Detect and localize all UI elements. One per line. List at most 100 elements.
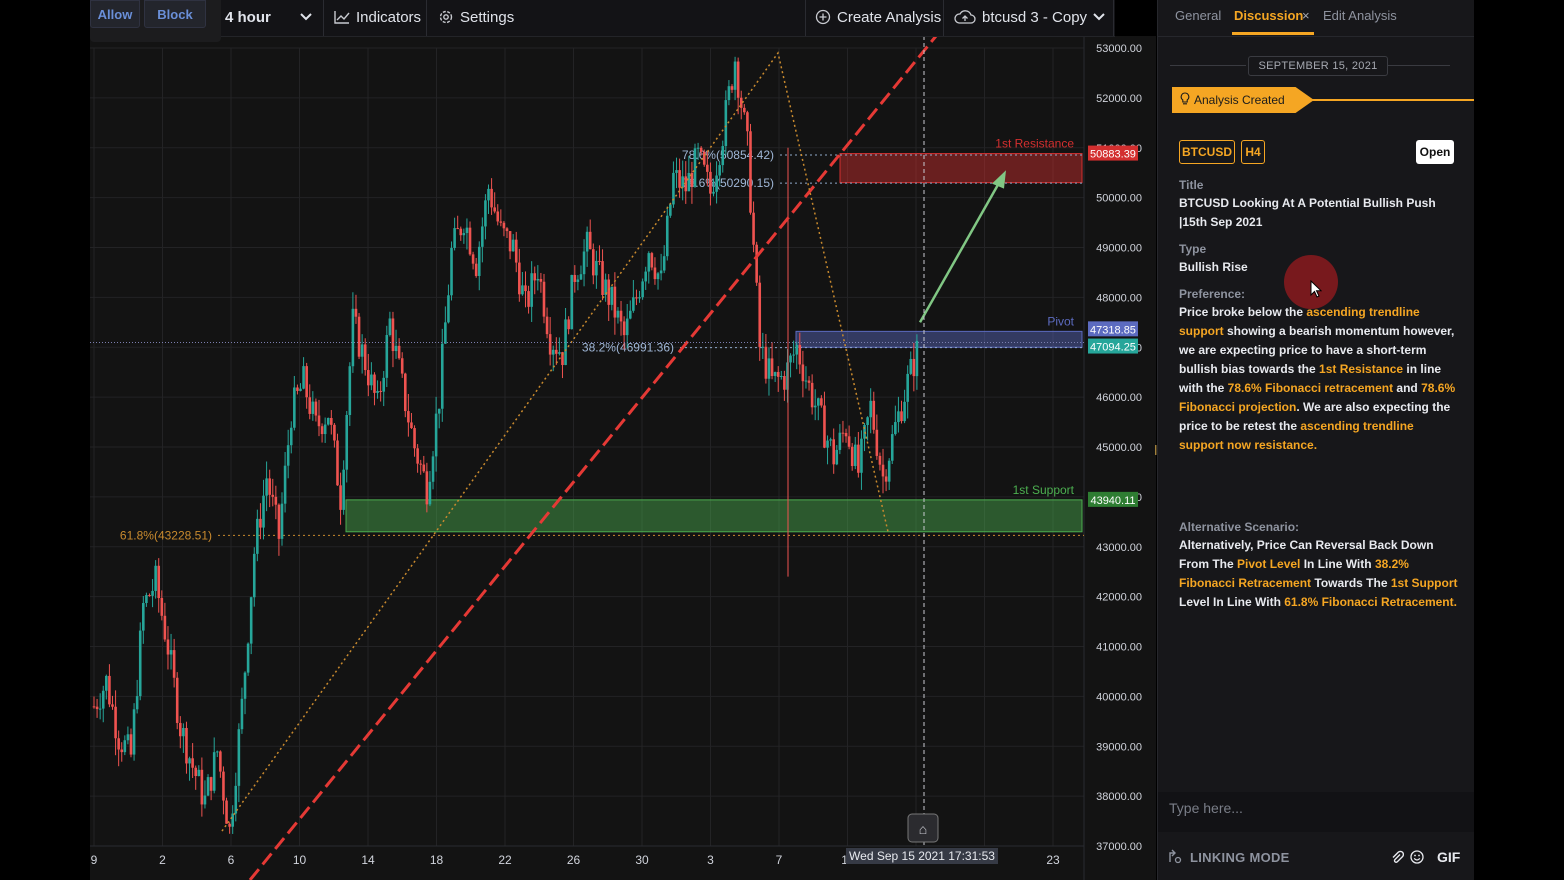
candle-body <box>444 322 447 344</box>
candle-body <box>502 222 506 229</box>
candle-body <box>422 464 426 472</box>
candle-body <box>810 382 814 408</box>
price-label: 50883.39 <box>1090 149 1136 161</box>
candle-body <box>505 228 509 232</box>
candle-body <box>823 405 826 448</box>
candle-body <box>114 706 117 739</box>
emoji-icon[interactable] <box>1410 850 1424 869</box>
candle-body <box>148 595 151 597</box>
tab-general[interactable]: General <box>1175 8 1221 23</box>
candle-body <box>419 463 423 465</box>
candle-body <box>493 207 496 212</box>
candle-body <box>481 226 484 247</box>
open-button[interactable]: Open <box>1416 140 1454 164</box>
candle-body <box>598 260 601 262</box>
candle-body <box>219 751 222 772</box>
candle-body <box>462 233 466 236</box>
candle-body <box>755 244 758 283</box>
x-tick-label: 22 <box>498 853 512 867</box>
candle-body <box>514 239 518 263</box>
y-tick-label: 41000.00 <box>1096 642 1142 654</box>
candle-body <box>613 286 617 318</box>
toolbar-divider <box>943 0 944 36</box>
alt-highlight: 1st Support <box>1390 576 1458 590</box>
candle-body <box>890 434 894 461</box>
settings-button[interactable]: Settings <box>438 0 514 34</box>
candle-body <box>548 334 552 355</box>
candle-body <box>105 675 108 691</box>
allow-button[interactable]: Allow <box>90 0 140 28</box>
candle-body <box>764 346 768 379</box>
tab-discussion[interactable]: Discussion <box>1234 8 1303 23</box>
chart-area[interactable]: 53000.0052000.0051000.0050000.0049000.00… <box>90 36 1156 880</box>
link-icon <box>1168 848 1182 867</box>
candle-body <box>628 310 632 319</box>
candle-body <box>749 131 752 213</box>
candle-body <box>659 270 663 274</box>
candle-body <box>212 752 216 791</box>
layout-selector[interactable]: btcusd 3 - Copy <box>954 0 1105 34</box>
candle-body <box>860 438 863 473</box>
price-chart[interactable]: 53000.0052000.0051000.0050000.0049000.00… <box>90 36 1156 880</box>
candle-body <box>595 260 598 276</box>
candle-body <box>770 358 774 376</box>
candle-body <box>178 722 182 737</box>
gif-button[interactable]: GIF <box>1437 849 1460 865</box>
candle-body <box>724 100 728 147</box>
tab-edit-analysis[interactable]: Edit Analysis <box>1323 8 1397 23</box>
type-label: Type <box>1179 242 1207 256</box>
candle-body <box>752 212 755 245</box>
candle-body <box>866 417 869 426</box>
y-tick-label: 46000.00 <box>1096 392 1142 404</box>
candle-body <box>872 400 876 430</box>
candle-body <box>416 448 419 464</box>
candle-body <box>792 354 795 356</box>
candle-body <box>92 706 96 708</box>
candle-body <box>650 253 654 268</box>
candle-body <box>138 630 142 697</box>
candle-body <box>336 440 339 486</box>
candle-body <box>428 481 432 505</box>
fib-level-label: 61.8%(43228.51) <box>120 528 212 542</box>
candle-body <box>185 727 188 764</box>
chart-toolbar: 4 hour Indicators Settings Create Analys… <box>221 0 1115 37</box>
candle-body <box>222 771 225 801</box>
timeframe-badge: H4 <box>1241 140 1265 164</box>
alt-highlight: 61.8% Fibonacci Retracement. <box>1284 595 1457 609</box>
candle-body <box>194 767 198 777</box>
candle-body <box>277 504 281 539</box>
candle-body <box>163 615 167 640</box>
message-input[interactable] <box>1169 792 1459 824</box>
candle-body <box>524 285 527 292</box>
candle-body <box>499 221 503 223</box>
candle-body <box>641 281 644 298</box>
candle-body <box>188 758 191 764</box>
chevron-down-icon[interactable] <box>300 0 312 34</box>
candle-body <box>237 729 241 786</box>
linking-mode-toggle[interactable]: LINKING MODE <box>1168 848 1290 867</box>
candle-body <box>838 432 842 450</box>
create-analysis-button[interactable]: Create Analysis <box>815 0 941 34</box>
interval-label: 4 hour <box>225 8 271 26</box>
candle-body <box>108 675 111 705</box>
message-compose <box>1158 792 1475 832</box>
interval-selector[interactable]: 4 hour <box>225 0 271 34</box>
zone-label: 1st Support <box>1013 483 1075 497</box>
candle-body <box>669 204 672 216</box>
candle-body <box>881 464 885 477</box>
projection-arrow <box>918 177 1004 323</box>
y-tick-label: 40000.00 <box>1096 691 1142 703</box>
attachment-icon[interactable] <box>1390 850 1405 869</box>
toolbar-divider <box>805 0 806 36</box>
indicators-button[interactable]: Indicators <box>334 0 421 34</box>
y-tick-label: 50000.00 <box>1096 193 1142 205</box>
candle-body <box>348 366 352 416</box>
candle-body <box>370 374 373 386</box>
candle-body <box>385 335 389 378</box>
tab-close-icon[interactable]: × <box>1302 8 1310 23</box>
toolbar-divider <box>426 0 427 36</box>
price-label: 47094.25 <box>1090 342 1136 354</box>
zone-2 <box>795 330 1083 348</box>
candle-body <box>373 374 376 393</box>
block-button[interactable]: Block <box>144 0 206 28</box>
